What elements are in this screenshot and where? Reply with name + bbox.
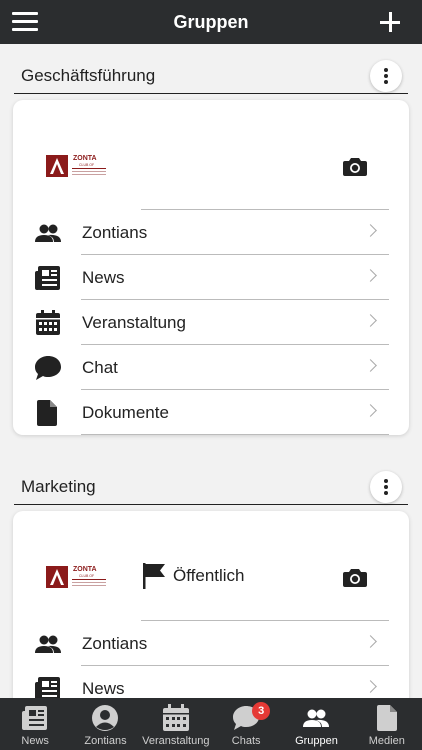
visibility-indicator[interactable]: Öffentlich [143, 563, 245, 589]
group-row-news[interactable]: News [13, 666, 409, 698]
chevron-right-icon [364, 680, 377, 693]
group-card: ZONTA CLUB OF Öffentlich Zontians News [13, 511, 409, 698]
group-divider [14, 504, 408, 505]
group-more-button[interactable] [370, 60, 402, 92]
calendar-icon [162, 704, 189, 731]
add-group-button[interactable] [378, 10, 402, 34]
chat-icon [35, 356, 61, 380]
tab-label: Gruppen [295, 735, 338, 747]
bottom-tab-bar: News Zontians Veranstaltung 3 Chats Grup… [0, 698, 422, 750]
chevron-right-icon [364, 635, 377, 648]
group-name: Marketing [21, 477, 96, 496]
row-divider [81, 434, 389, 435]
people-icon [303, 709, 330, 727]
row-label: Zontians [82, 634, 148, 653]
chevron-right-icon [364, 269, 377, 282]
tab-gruppen[interactable]: Gruppen [281, 698, 351, 750]
group-card: ZONTA CLUB OF Zontians News Veranstaltun… [13, 100, 409, 435]
group-row-zontians[interactable]: Zontians [13, 621, 409, 666]
zonta-logo: ZONTA CLUB OF [46, 566, 106, 588]
app-root: Gruppen Geschäftsführung ZONTA CLUB OF Z… [0, 0, 422, 750]
tab-label: Zontians [84, 735, 127, 747]
top-bar: Gruppen [0, 0, 422, 44]
document-icon [376, 705, 397, 731]
row-label: News [82, 679, 125, 698]
group-row-veranstaltung[interactable]: Veranstaltung [13, 300, 409, 345]
tab-label: Veranstaltung [142, 735, 210, 747]
tab-label: News [21, 735, 49, 747]
group-more-button[interactable] [370, 471, 402, 503]
group-row-chat[interactable]: Chat [13, 345, 409, 390]
news-icon [35, 677, 60, 698]
row-label: Zontians [82, 223, 148, 242]
tab-chats[interactable]: 3 Chats [211, 698, 281, 750]
news-icon [22, 706, 48, 730]
chevron-right-icon [364, 224, 377, 237]
tab-veranstaltung[interactable]: Veranstaltung [141, 698, 211, 750]
group-name: Geschäftsführung [21, 66, 156, 85]
row-label: Chat [82, 358, 118, 377]
logo-title: ZONTA [73, 566, 97, 573]
logo-title: ZONTA [73, 155, 97, 162]
calendar-icon [36, 310, 60, 335]
group-card-top: ZONTA CLUB OF [13, 100, 409, 210]
camera-icon[interactable] [343, 156, 367, 176]
tab-medien[interactable]: Medien [352, 698, 422, 750]
group-row-zontians[interactable]: Zontians [13, 210, 409, 255]
chevron-right-icon [364, 404, 377, 417]
camera-icon[interactable] [343, 567, 367, 587]
logo-subtitle: CLUB OF [79, 574, 94, 578]
tab-label: Chats [231, 735, 261, 747]
tab-news[interactable]: News [0, 698, 70, 750]
row-label: Dokumente [82, 403, 169, 422]
visibility-label: Öffentlich [173, 566, 245, 585]
group-header: Marketing [0, 455, 422, 505]
group-row-dokumente[interactable]: Dokumente [13, 390, 409, 435]
news-icon [35, 266, 60, 290]
group-card-top: ZONTA CLUB OF Öffentlich [13, 511, 409, 621]
logo-subtitle: CLUB OF [79, 163, 94, 167]
group-header: Geschäftsführung [0, 44, 422, 94]
zonta-logo: ZONTA CLUB OF [46, 155, 106, 177]
row-label: Veranstaltung [82, 313, 186, 332]
chevron-right-icon [364, 359, 377, 372]
people-icon [35, 224, 61, 242]
person-icon [92, 705, 119, 731]
document-icon [37, 400, 57, 426]
row-label: News [82, 268, 125, 287]
group-divider [14, 93, 408, 94]
tab-zontians[interactable]: Zontians [70, 698, 140, 750]
chevron-right-icon [364, 314, 377, 327]
tab-label: Medien [368, 735, 405, 747]
people-icon [35, 635, 61, 653]
group-list[interactable]: Geschäftsführung ZONTA CLUB OF Zontians … [0, 44, 422, 698]
flag-icon [143, 563, 165, 589]
group-row-news[interactable]: News [13, 255, 409, 300]
page-title: Gruppen [173, 12, 249, 32]
unread-badge: 3 [252, 702, 271, 720]
